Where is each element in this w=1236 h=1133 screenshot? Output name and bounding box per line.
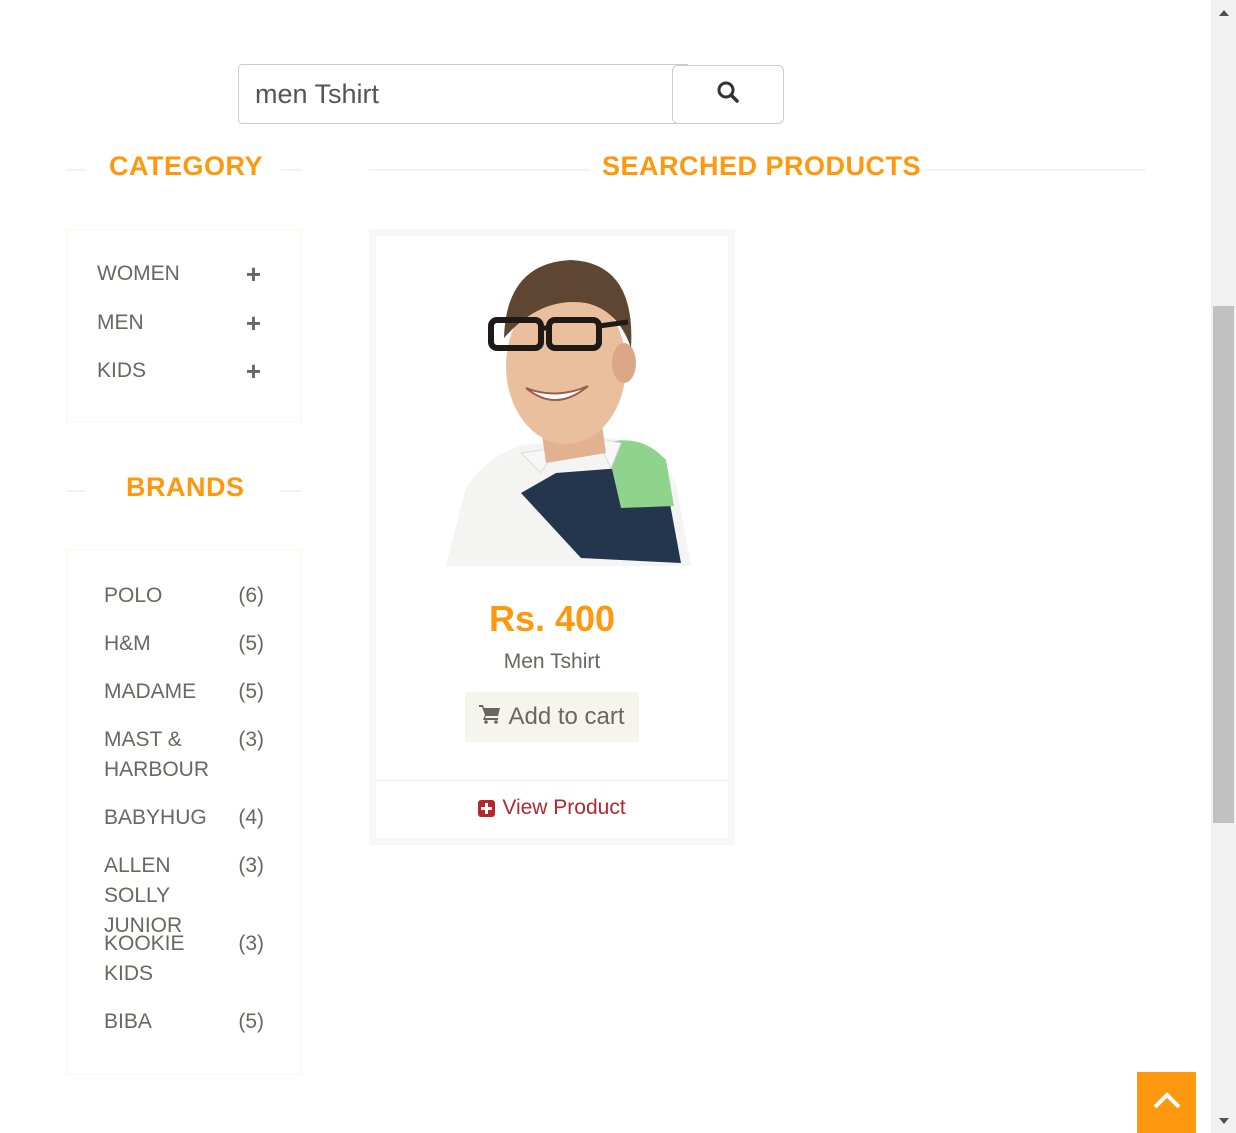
brand-item-allen-solly-junior[interactable]: ALLEN SOLLY JUNIOR (3) (104, 851, 268, 941)
product-image[interactable] (406, 238, 698, 566)
plus-square-icon (478, 799, 496, 817)
brand-item-polo[interactable]: POLO (6) (104, 581, 268, 611)
brand-name: ALLEN SOLLY JUNIOR (104, 854, 183, 937)
category-title: CATEGORY (109, 151, 264, 181)
chevron-up-icon (1153, 1091, 1181, 1114)
plus-icon[interactable]: + (246, 261, 261, 287)
searched-products-title: SEARCHED PRODUCTS (602, 151, 922, 181)
plus-icon[interactable]: + (246, 310, 261, 336)
brand-count: (5) (238, 632, 264, 655)
product-price: Rs. 400 (488, 598, 616, 639)
scrollbar[interactable] (1211, 0, 1236, 1133)
view-product-label: View Product (502, 796, 626, 819)
category-heading: CATEGORY (66, 151, 302, 181)
category-panel: WOMEN + MEN + KIDS + (66, 229, 302, 422)
product-card: Rs. 400 Men Tshirt Add to cart View Prod… (369, 229, 735, 845)
product-card-inner: Rs. 400 Men Tshirt Add to cart View Prod… (376, 236, 728, 838)
brands-title: BRANDS (126, 472, 245, 502)
scrollbar-thumb[interactable] (1213, 306, 1234, 823)
brand-name: BABYHUG (104, 806, 207, 829)
brand-count: (6) (238, 584, 264, 607)
search-button[interactable] (672, 65, 784, 124)
brand-count: (5) (238, 1010, 264, 1033)
brands-heading: BRANDS (66, 472, 302, 502)
brand-name: MAST & HARBOUR (104, 728, 210, 781)
category-item-label: MEN (97, 311, 144, 334)
brands-panel: POLO (6) H&M (5) MADAME (5) MAST & HARBO… (66, 549, 302, 1075)
product-name: Men Tshirt (503, 650, 601, 673)
brand-count: (3) (238, 932, 264, 955)
add-to-cart-label: Add to cart (508, 703, 625, 730)
brand-item-kookie-kids[interactable]: KOOKIE KIDS (3) (104, 929, 268, 989)
shopping-cart-icon (479, 703, 501, 731)
plus-icon[interactable]: + (246, 358, 261, 384)
brand-name: POLO (104, 584, 163, 607)
brand-count: (5) (238, 680, 264, 703)
search-input[interactable] (238, 64, 688, 124)
brand-count: (4) (238, 806, 264, 829)
brand-count: (3) (238, 728, 264, 751)
brand-item-babyhug[interactable]: BABYHUG (4) (104, 803, 268, 833)
scroll-down-arrow-icon[interactable] (1211, 1108, 1236, 1133)
brand-item-mast-harbour[interactable]: MAST & HARBOUR (3) (104, 725, 268, 785)
scroll-up-arrow-icon[interactable] (1211, 0, 1236, 25)
search-bar (238, 64, 784, 124)
search-icon (716, 80, 740, 109)
brand-name: KOOKIE KIDS (104, 932, 185, 985)
category-item-men[interactable]: MEN + (97, 308, 267, 338)
view-product-link[interactable]: View Product (376, 796, 728, 820)
brand-name: BIBA (104, 1010, 152, 1033)
category-item-women[interactable]: WOMEN + (97, 259, 267, 289)
category-item-label: KIDS (97, 359, 147, 382)
add-to-cart-button[interactable]: Add to cart (465, 692, 639, 742)
brand-count: (3) (238, 854, 264, 877)
brand-name: MADAME (104, 680, 197, 703)
scroll-to-top-button[interactable] (1137, 1072, 1196, 1133)
brand-item-biba[interactable]: BIBA (5) (104, 1007, 268, 1037)
brand-item-hm[interactable]: H&M (5) (104, 629, 268, 659)
category-item-label: WOMEN (97, 262, 180, 285)
brand-item-madame[interactable]: MADAME (5) (104, 677, 268, 707)
card-divider (376, 780, 728, 781)
category-item-kids[interactable]: KIDS + (97, 356, 267, 386)
brand-name: H&M (104, 632, 151, 655)
searched-products-heading: SEARCHED PRODUCTS (369, 151, 1146, 181)
